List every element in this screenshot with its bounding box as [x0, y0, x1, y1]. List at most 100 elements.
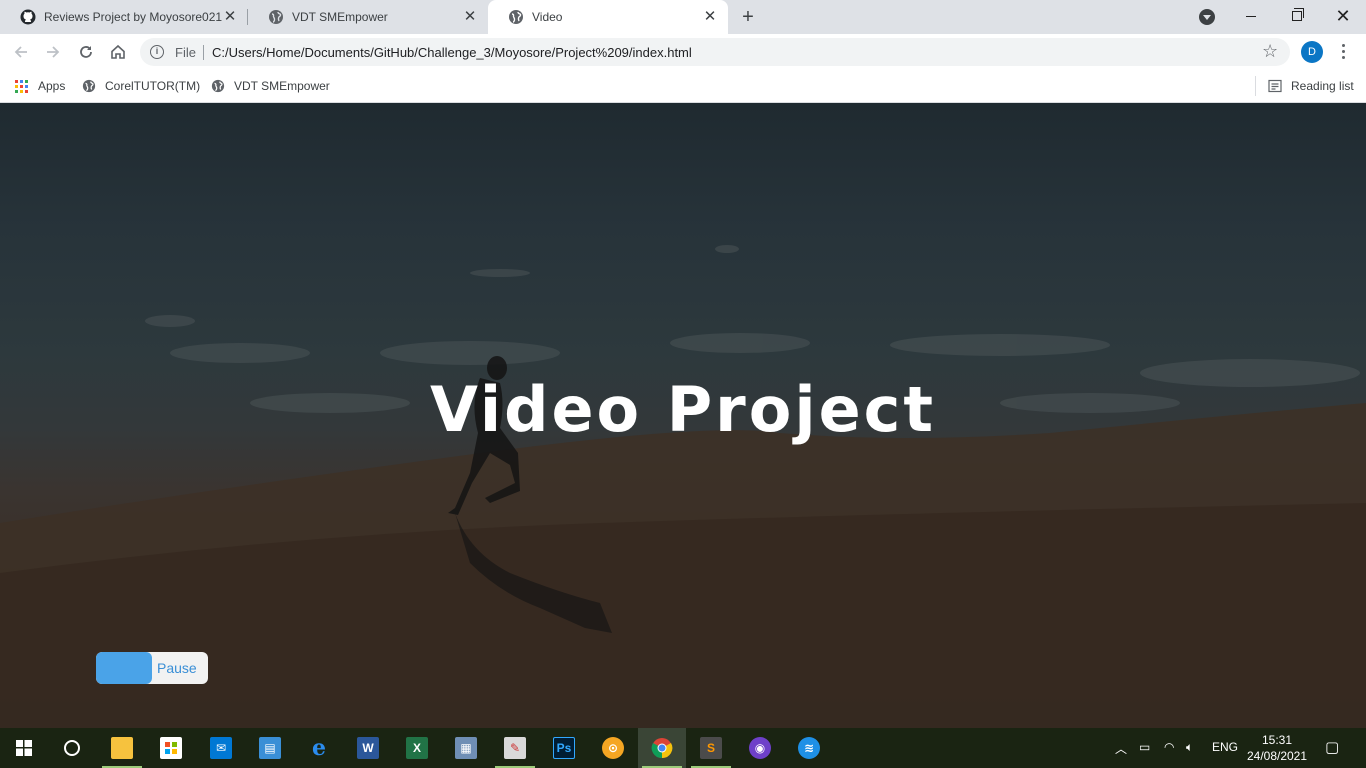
tab-title: Reviews Project by Moyosore021 [44, 10, 222, 24]
tab-strip: Reviews Project by Moyosore021 ✕ VDT SME… [0, 0, 1366, 34]
language-indicator[interactable]: ENG [1212, 740, 1238, 754]
url-text[interactable]: C:/Users/Home/Documents/GitHub/Challenge… [212, 45, 692, 60]
close-window-button[interactable]: ✕ [1320, 0, 1366, 32]
taskbar-photoshop[interactable]: Ps [540, 728, 588, 768]
bookmark-label: VDT SMEmpower [234, 79, 330, 93]
restore-icon [1292, 8, 1304, 21]
clock-date: 24/08/2021 [1246, 749, 1308, 763]
info-icon[interactable]: i [150, 45, 164, 59]
tab-title: Video [532, 10, 563, 24]
reading-list-icon [1268, 79, 1282, 93]
forward-arrow-icon [47, 46, 60, 58]
bookmark-coreltutor[interactable]: CorelTUTOR(TM) [82, 77, 200, 95]
tab-vdt-smempower[interactable]: VDT SMEmpower ✕ [248, 0, 488, 34]
contacts-icon: ▤ [259, 737, 281, 759]
home-button[interactable] [106, 40, 130, 64]
clock[interactable]: 15:31 24/08/2021 [1242, 732, 1312, 764]
excel-icon: X [406, 737, 428, 759]
browser-menu-icon[interactable] [1335, 42, 1351, 62]
sublime-icon: S [700, 737, 722, 759]
bookmarks-divider [1255, 76, 1256, 96]
globe-icon [211, 79, 225, 93]
bookmark-star-icon[interactable]: ☆ [1262, 42, 1278, 60]
back-arrow-icon [14, 46, 27, 58]
tab-search-icon[interactable] [1199, 9, 1215, 25]
taskbar-contacts[interactable]: ▤ [246, 728, 294, 768]
globe-icon [509, 10, 523, 24]
word-icon: W [357, 737, 379, 759]
taskbar-store[interactable] [147, 728, 195, 768]
windows-start-icon [16, 740, 32, 756]
network-app-icon: ≋ [798, 737, 820, 759]
show-hidden-icons[interactable]: ︿ [1115, 740, 1127, 757]
vpn-icon: ⊙ [602, 737, 624, 759]
reload-button[interactable] [74, 40, 98, 64]
volume-icon[interactable]: 🔈︎ [1186, 740, 1193, 755]
new-tab-icon[interactable]: + [738, 7, 758, 27]
profile-avatar[interactable]: D [1301, 41, 1323, 63]
forward-button[interactable] [41, 40, 65, 64]
taskbar-chrome[interactable] [638, 728, 686, 768]
clock-time: 15:31 [1261, 733, 1293, 747]
close-tab-icon[interactable]: ✕ [222, 9, 238, 25]
toggle-knob [96, 652, 152, 684]
minimize-window-button[interactable] [1228, 0, 1274, 32]
github-icon [20, 9, 36, 25]
bookmark-vdt-smempower[interactable]: VDT SMEmpower [211, 77, 330, 95]
edge-icon: e [312, 735, 326, 761]
play-pause-toggle[interactable]: Pause [96, 652, 208, 684]
bookmarks-bar: Apps CorelTUTOR(TM) VDT SMEmpower Readin… [0, 70, 1366, 103]
restore-window-button[interactable] [1274, 0, 1320, 32]
taskbar-excel[interactable]: X [393, 728, 441, 768]
bookmark-label: Apps [38, 79, 66, 93]
tab-title: VDT SMEmpower [292, 10, 388, 24]
back-button[interactable] [9, 40, 33, 64]
taskbar-file-explorer[interactable] [98, 728, 146, 768]
home-icon [111, 44, 125, 59]
video-background: Video Project Pause [0, 103, 1366, 728]
battery-icon[interactable]: ▭ [1139, 740, 1150, 754]
paint-icon: ✎ [504, 737, 526, 759]
mail-icon: ✉ [210, 737, 232, 759]
bookmark-label: CorelTUTOR(TM) [105, 79, 201, 93]
apps-grid-icon [15, 79, 28, 93]
taskbar-vpn[interactable]: ⊙ [589, 728, 637, 768]
taskbar-word[interactable]: W [344, 728, 392, 768]
close-tab-icon[interactable]: ✕ [462, 9, 478, 25]
tab-video[interactable]: Video ✕ [488, 0, 728, 34]
address-divider [203, 45, 204, 60]
taskbar-mail[interactable]: ✉ [197, 728, 245, 768]
search-button[interactable] [48, 728, 96, 768]
photoshop-icon: Ps [553, 737, 575, 759]
close-tab-icon[interactable]: ✕ [702, 9, 718, 25]
cortana-search-icon [64, 740, 80, 756]
close-icon: ✕ [1335, 6, 1351, 26]
browser-toolbar: i File C:/Users/Home/Documents/GitHub/Ch… [0, 34, 1366, 70]
taskbar-sublime[interactable]: S [687, 728, 735, 768]
scheme-label: File [175, 45, 196, 60]
globe-icon [269, 10, 283, 24]
windows-taskbar: ✉ ▤ e W X ▦ ✎ Ps ⊙ S ◉ ≋ ︿ ▭ ◠ 🔈︎ ENG 15… [0, 728, 1366, 768]
file-explorer-icon [111, 737, 133, 759]
bookmark-apps[interactable]: Apps [15, 77, 65, 95]
toggle-label: Pause [157, 660, 197, 676]
github-desktop-icon: ◉ [749, 737, 771, 759]
notifications-icon[interactable]: ▢ [1325, 738, 1339, 756]
taskbar-edge[interactable]: e [295, 728, 343, 768]
wifi-icon[interactable]: ◠ [1164, 740, 1174, 754]
taskbar-github-desktop[interactable]: ◉ [736, 728, 784, 768]
reload-icon [80, 46, 92, 58]
minimize-icon [1246, 15, 1256, 17]
reading-list-label: Reading list [1291, 79, 1354, 93]
chrome-icon [651, 738, 673, 759]
tab-reviews-project[interactable]: Reviews Project by Moyosore021 ✕ [0, 0, 248, 34]
start-button[interactable] [0, 728, 48, 768]
reading-list-button[interactable]: Reading list [1268, 77, 1354, 95]
taskbar-scanner[interactable]: ▦ [442, 728, 490, 768]
globe-icon [82, 79, 96, 93]
scanner-icon: ▦ [455, 737, 477, 759]
address-bar[interactable]: i File C:/Users/Home/Documents/GitHub/Ch… [140, 38, 1290, 66]
store-icon [160, 737, 182, 759]
taskbar-network-app[interactable]: ≋ [785, 728, 833, 768]
taskbar-paint[interactable]: ✎ [491, 728, 539, 768]
